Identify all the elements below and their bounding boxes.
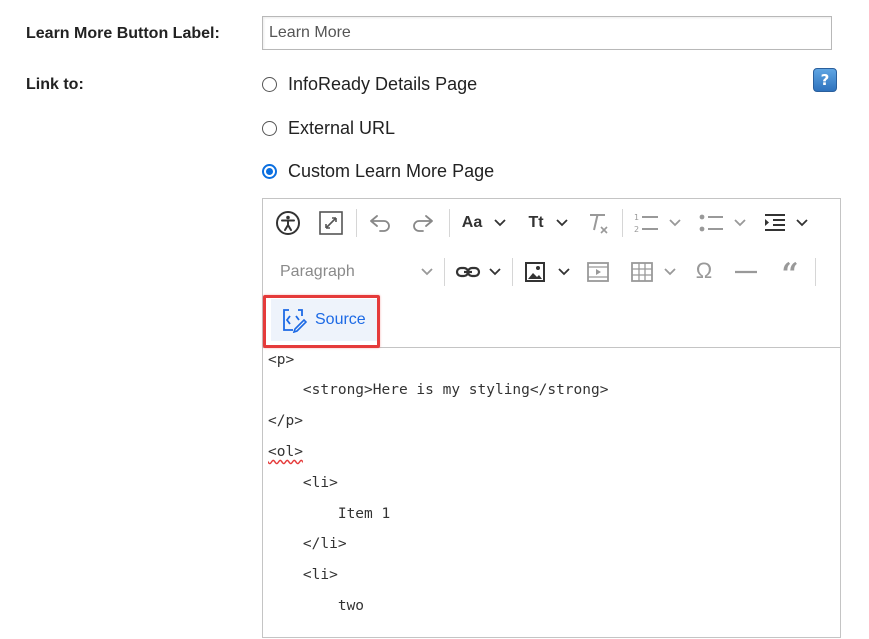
source-editing-area[interactable]: <p> <strong>Here is my styling</strong> …: [263, 347, 840, 639]
numbered-list-icon[interactable]: 12: [632, 210, 660, 236]
radio-label: External URL: [288, 117, 396, 138]
undo-icon[interactable]: [367, 212, 393, 234]
code-line: <strong>Here is my styling</strong>: [268, 382, 609, 398]
image-icon[interactable]: [523, 260, 547, 284]
chevron-down-icon[interactable]: [420, 263, 434, 281]
chevron-down-icon[interactable]: [733, 214, 747, 232]
code-line: <ol>: [268, 444, 303, 460]
button-label-caption: Learn More Button Label:: [26, 25, 220, 42]
link-to-caption: Link to:: [26, 76, 84, 93]
blockquote-icon[interactable]: “: [777, 258, 803, 290]
toolbar-separator: [512, 258, 513, 286]
code-line: </li>: [268, 536, 347, 552]
font-size-icon[interactable]: Tt: [523, 212, 549, 234]
radio-button-checked[interactable]: [262, 163, 277, 179]
code-line: Item 1: [268, 506, 391, 522]
rich-text-editor: Aa Tt 12 Paragraph Ω “ Source <p> <stron…: [262, 198, 841, 638]
accessibility-icon[interactable]: [275, 210, 301, 236]
code-line: <p>: [268, 352, 295, 368]
code-line: <li>: [268, 475, 338, 491]
toolbar-separator: [815, 258, 816, 286]
font-family-icon[interactable]: Aa: [459, 212, 485, 234]
toolbar-separator: [622, 209, 623, 237]
paragraph-label: Paragraph: [280, 263, 355, 280]
help-icon[interactable]: ?: [813, 68, 837, 92]
radio-option-external-url[interactable]: External URL: [262, 116, 395, 140]
chevron-down-icon[interactable]: [795, 214, 809, 232]
radio-option-infoready[interactable]: InfoReady Details Page: [262, 72, 477, 96]
paragraph-select[interactable]: Paragraph: [280, 260, 440, 284]
bulleted-list-icon[interactable]: [697, 210, 725, 236]
horizontal-line-icon[interactable]: [733, 260, 759, 284]
chevron-down-icon[interactable]: [488, 263, 502, 281]
remove-format-icon[interactable]: [585, 210, 611, 236]
svg-text:1: 1: [634, 213, 639, 222]
chevron-down-icon[interactable]: [668, 214, 682, 232]
table-icon[interactable]: [629, 260, 655, 284]
redo-icon[interactable]: [410, 212, 436, 234]
radio-label: InfoReady Details Page: [288, 73, 478, 94]
code-line: <li>: [268, 567, 338, 583]
link-icon[interactable]: [455, 260, 481, 284]
radio-button[interactable]: [262, 120, 277, 136]
radio-option-custom-page[interactable]: Custom Learn More Page: [262, 159, 494, 183]
radio-label: Custom Learn More Page: [288, 160, 495, 181]
radio-button[interactable]: [262, 76, 277, 92]
toolbar-separator: [356, 209, 357, 237]
chevron-down-icon[interactable]: [557, 263, 571, 281]
toolbar-separator: [444, 258, 445, 286]
toolbar-separator: [449, 209, 450, 237]
fullscreen-icon[interactable]: [318, 210, 344, 236]
special-char-icon[interactable]: Ω: [691, 258, 717, 284]
code-line: </p>: [268, 413, 303, 429]
chevron-down-icon[interactable]: [555, 214, 569, 232]
svg-text:2: 2: [634, 225, 639, 234]
chevron-down-icon[interactable]: [663, 263, 677, 281]
source-highlight-box: [263, 295, 380, 348]
indent-icon[interactable]: [762, 210, 788, 236]
chevron-down-icon[interactable]: [493, 214, 507, 232]
code-line: two: [268, 598, 365, 614]
media-icon[interactable]: [585, 260, 611, 284]
button-label-input[interactable]: [262, 16, 832, 50]
